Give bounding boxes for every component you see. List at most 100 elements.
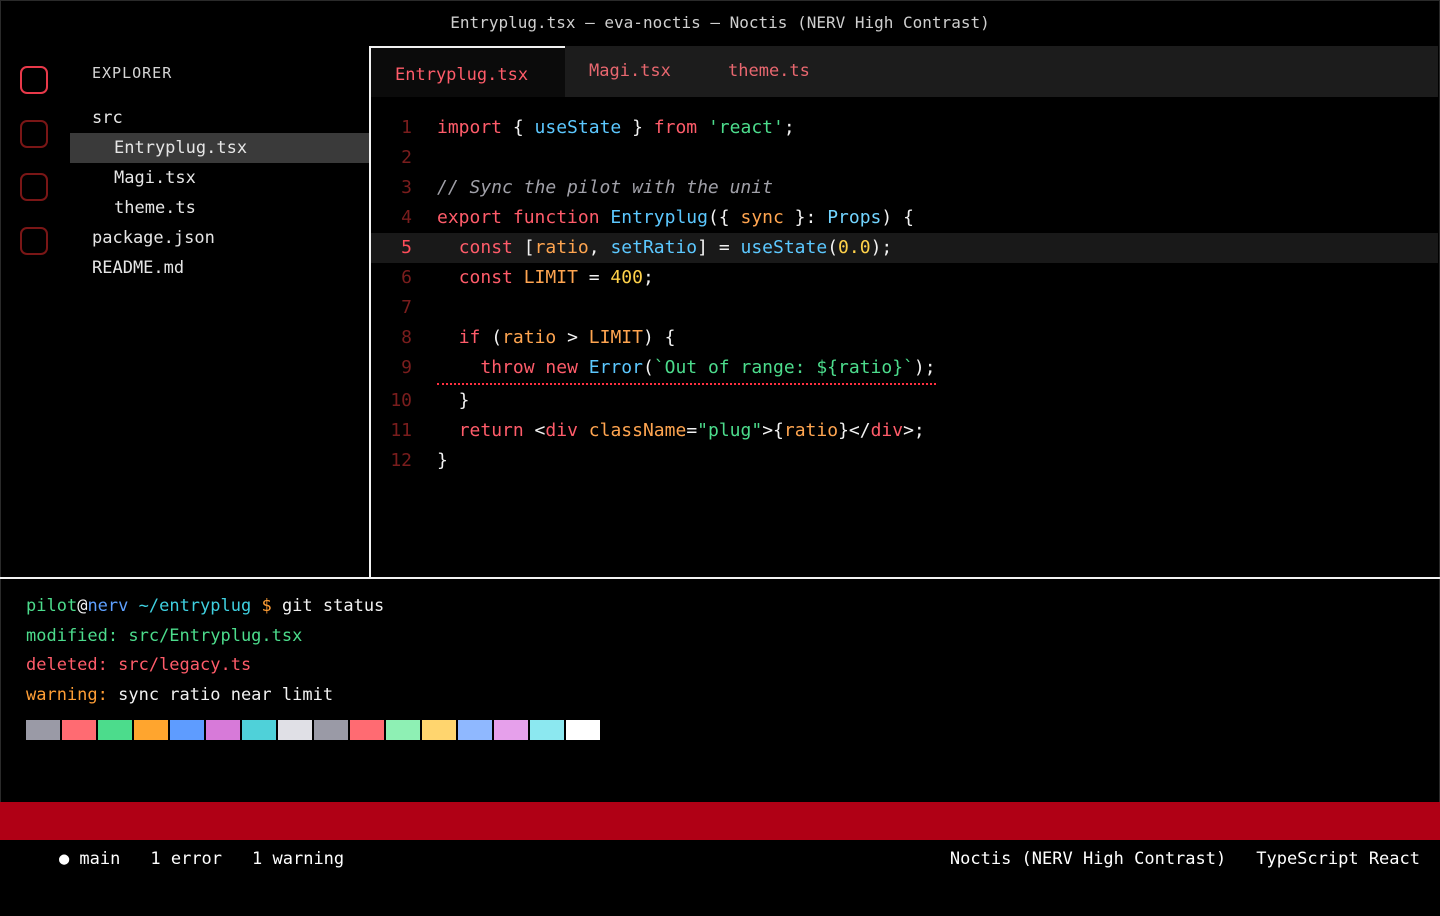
code-token: > (556, 327, 589, 348)
code-token: "plug" (697, 420, 763, 441)
tree-item[interactable]: package.json (70, 223, 369, 253)
code-token: className (588, 420, 687, 441)
code-token: // Sync the pilot with the unit (437, 177, 773, 198)
code-token: ( (480, 327, 503, 348)
prompt-symbol: $ (251, 596, 272, 616)
code-token: Entryplug (610, 207, 708, 228)
code-text: const [ratio, setRatio] = useState(0.0); (437, 233, 893, 263)
code-token: >{ (762, 420, 784, 441)
source-control-icon[interactable] (20, 173, 48, 201)
code-token: const (458, 237, 513, 258)
color-swatch (278, 720, 312, 740)
prompt-user: pilot (26, 596, 78, 616)
line-number: 10 (390, 390, 412, 411)
git-branch[interactable]: ● main (59, 849, 120, 869)
prompt-at: @ (77, 596, 88, 616)
code-token: ratio (534, 237, 589, 258)
output-text: src/legacy.ts (118, 655, 252, 675)
code-line[interactable]: 9 throw new Error(`Out of range: ${ratio… (371, 353, 1438, 385)
code-token: } (437, 390, 470, 411)
code-token: < (523, 420, 546, 441)
tab-magi[interactable]: Magi.tsx (589, 46, 671, 97)
code-token: `Out of range: ${ratio}` (653, 357, 914, 378)
prompt-host: nerv (87, 596, 129, 616)
code-line[interactable]: 11 return <div className="plug">{ratio}<… (371, 416, 1438, 446)
file-tree: src Entryplug.tsx Magi.tsx theme.ts package.… (70, 103, 369, 283)
tree-item[interactable]: src (70, 103, 369, 133)
color-swatch (134, 720, 168, 740)
code-token: } (437, 450, 448, 471)
code-token: div (545, 420, 578, 441)
code-line[interactable]: 8 if (ratio > LIMIT) { (371, 323, 1438, 353)
line-number: 2 (401, 147, 412, 168)
code-token: useState (740, 237, 828, 258)
code-token: = (686, 420, 698, 441)
explorer-title: EXPLORER (92, 64, 173, 82)
code-token: = (577, 267, 611, 288)
code-text: } (437, 446, 448, 476)
line-number: 6 (401, 267, 412, 288)
code-token: { (502, 117, 535, 138)
code-token: >; (903, 420, 925, 441)
code-token: return (458, 420, 524, 441)
tree-item[interactable]: Magi.tsx (70, 163, 369, 193)
line-number: 9 (401, 357, 412, 378)
prompt-path: ~/entryplug (128, 596, 252, 616)
tab-theme[interactable]: theme.ts (728, 46, 810, 97)
warning-count[interactable]: 1 warning (252, 849, 344, 869)
color-swatch (458, 720, 492, 740)
tree-item[interactable]: README.md (70, 253, 369, 283)
color-swatch (566, 720, 600, 740)
tab-entryplug[interactable]: Entryplug.tsx (371, 46, 565, 97)
line-number: 1 (401, 117, 412, 138)
code-line[interactable]: 10 } (371, 386, 1438, 416)
tab-label: Entryplug.tsx (395, 65, 529, 85)
code-token: ] = (697, 237, 741, 258)
code-line[interactable]: 5 const [ratio, setRatio] = useState(0.0… (371, 233, 1438, 263)
line-number: 11 (390, 420, 412, 441)
color-swatch (530, 720, 564, 740)
code-line[interactable]: 7 (371, 293, 1438, 323)
code-token: 0.0 (838, 237, 871, 258)
code-text: export function Entryplug({ sync }: Prop… (437, 203, 914, 233)
color-swatch (98, 720, 132, 740)
tree-item[interactable]: Entryplug.tsx (70, 133, 369, 163)
code-token: ( (827, 237, 839, 258)
code-line[interactable]: 12} (371, 446, 1438, 476)
extensions-icon[interactable] (20, 227, 48, 255)
output-label: modified: (26, 626, 129, 646)
terminal-output-line: warning: sync ratio near limit (26, 680, 333, 710)
code-line[interactable]: 3 // Sync the pilot with the unit (371, 173, 1438, 203)
terminal-panel[interactable]: pilot@nerv ~/entryplug $ git status modi… (0, 579, 1440, 801)
code-line[interactable]: 4 export function Entryplug({ sync }: Pro… (371, 203, 1438, 233)
code-editor[interactable]: 1 import { useState } from 'react'; 2 3 // S… (371, 97, 1438, 577)
theme-indicator[interactable]: Noctis (NERV High Contrast) (950, 849, 1226, 869)
code-token: ; (642, 267, 654, 288)
explorer-icon[interactable] (20, 66, 48, 94)
code-line[interactable]: 1 import { useState } from 'react'; (371, 113, 1438, 143)
terminal-prompt-line: pilot@nerv ~/entryplug $ git status (26, 591, 384, 621)
search-icon[interactable] (20, 120, 48, 148)
line-number: 5 (401, 237, 412, 258)
code-line[interactable]: 2 (371, 143, 1438, 173)
language-mode[interactable]: TypeScript React (1256, 849, 1420, 869)
code-token: throw (480, 357, 535, 378)
code-token: new (545, 357, 578, 378)
editor-tab-bar: Entryplug.tsx Magi.tsx theme.ts (371, 46, 1438, 97)
tree-item[interactable]: theme.ts (70, 193, 369, 223)
code-text: const LIMIT = 400; (437, 263, 654, 293)
code-token: const (458, 267, 513, 288)
code-token: ; (783, 117, 795, 138)
error-count[interactable]: 1 error (150, 849, 222, 869)
code-token: useState (534, 117, 622, 138)
code-token: ); (913, 357, 936, 378)
code-token: [ (512, 237, 535, 258)
code-line[interactable]: 6 const LIMIT = 400; (371, 263, 1438, 293)
activity-bar (0, 46, 70, 576)
